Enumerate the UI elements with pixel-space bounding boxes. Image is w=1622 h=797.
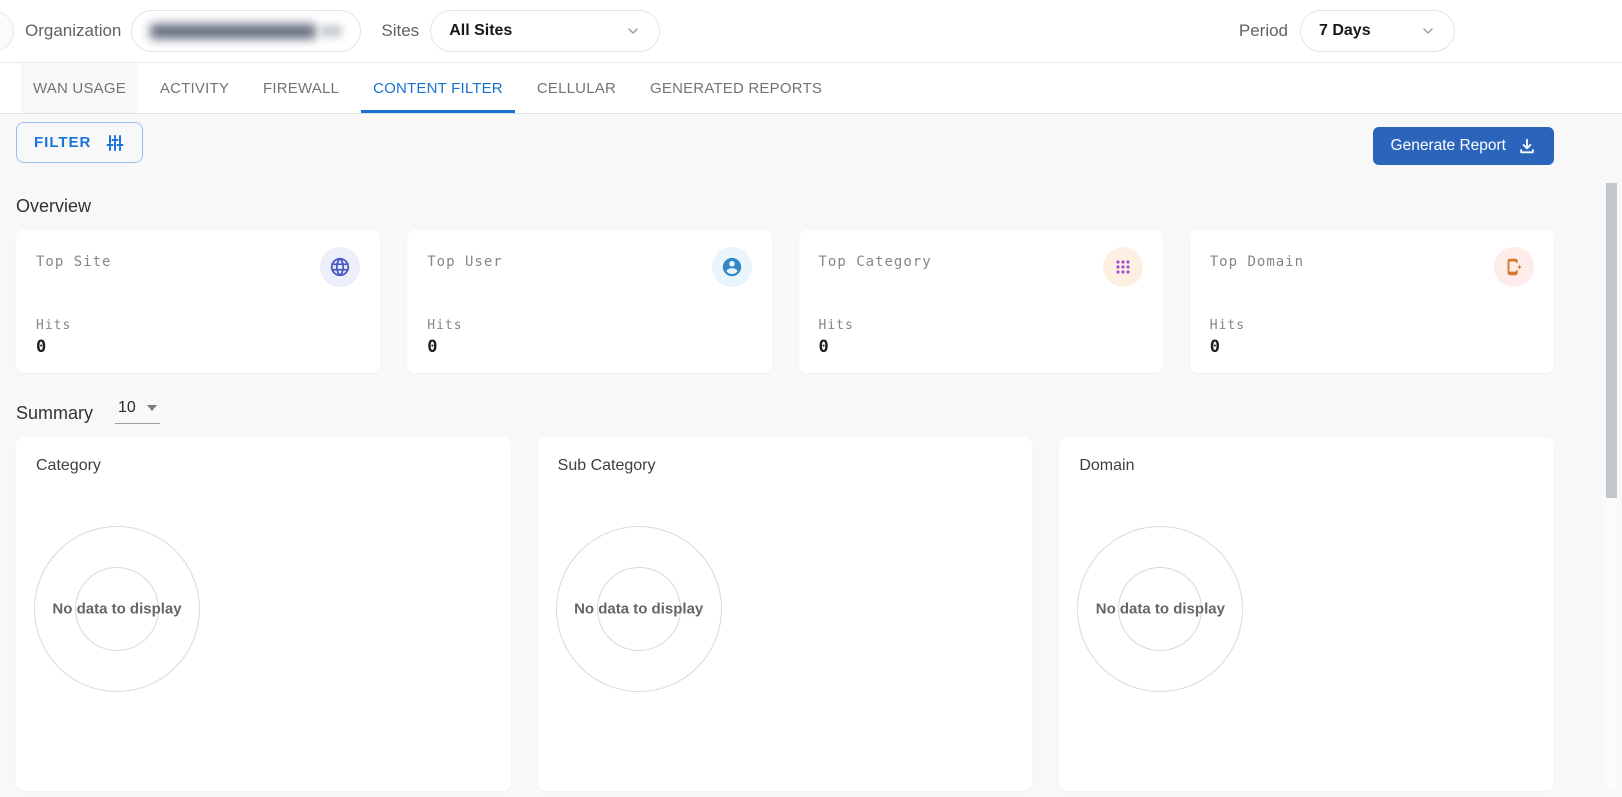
empty-donut-chart: No data to display	[1077, 526, 1243, 692]
tab-firewall[interactable]: FIREWALL	[251, 63, 351, 113]
vertical-scrollbar-track[interactable]	[1606, 183, 1617, 790]
vertical-scrollbar-thumb[interactable]	[1606, 183, 1617, 498]
content-area: FILTER Generate Report Overview Top Site	[0, 114, 1622, 797]
icon-circle	[1494, 247, 1534, 287]
metric-value: 0	[819, 337, 1143, 357]
tab-cellular[interactable]: CELLULAR	[525, 63, 628, 113]
period-select[interactable]: 7 Days	[1300, 10, 1455, 52]
top-bar: Organization Sites All Sites Period 7 Da…	[0, 0, 1622, 62]
filter-button[interactable]: FILTER	[16, 122, 143, 163]
icon-circle	[320, 247, 360, 287]
metric-label: Hits	[1210, 318, 1534, 333]
metric-value: 0	[1210, 337, 1534, 357]
filter-button-label: FILTER	[34, 134, 91, 151]
tab-wan-usage[interactable]: WAN USAGE	[21, 63, 138, 113]
card-title: Top Domain	[1210, 247, 1304, 270]
card-title: Top Category	[819, 247, 932, 270]
overview-section-title: Overview	[16, 196, 1554, 217]
metric-value: 0	[36, 337, 360, 357]
summary-charts: Category No data to display Sub Category…	[16, 437, 1554, 791]
sites-select[interactable]: All Sites	[430, 10, 660, 52]
metric-value: 0	[427, 337, 751, 357]
empty-donut-chart: No data to display	[34, 526, 200, 692]
user-circle-icon	[721, 256, 743, 278]
overview-cards: Top Site Hits 0 Top User Hits 0	[16, 230, 1554, 373]
sites-label: Sites	[381, 21, 419, 41]
toolbar-row: FILTER Generate Report	[16, 122, 1554, 180]
metric-label: Hits	[36, 318, 360, 333]
generate-report-button[interactable]: Generate Report	[1373, 127, 1554, 165]
download-icon	[1518, 137, 1536, 155]
domain-chart-card: Domain No data to display	[1059, 437, 1554, 791]
empty-donut-chart: No data to display	[556, 526, 722, 692]
grid-dots-icon	[1113, 257, 1133, 277]
dropdown-arrow-icon	[147, 405, 157, 411]
sub-category-chart-card: Sub Category No data to display	[538, 437, 1033, 791]
chevron-down-icon	[625, 23, 641, 39]
icon-circle	[712, 247, 752, 287]
organization-name-redacted	[150, 24, 315, 39]
organization-selector[interactable]	[131, 10, 361, 52]
tab-activity[interactable]: ACTIVITY	[148, 63, 241, 113]
category-chart-card: Category No data to display	[16, 437, 511, 791]
summary-count-select[interactable]: 10	[115, 400, 160, 424]
globe-icon	[329, 256, 351, 278]
no-data-message: No data to display	[52, 601, 181, 618]
overview-card-top-category: Top Category Hits 0	[799, 230, 1163, 373]
report-tabs: WAN USAGE ACTIVITY FIREWALL CONTENT FILT…	[0, 62, 1622, 114]
card-title: Top User	[427, 247, 502, 270]
metric-label: Hits	[819, 318, 1143, 333]
card-title: Top Site	[36, 247, 111, 270]
no-data-message: No data to display	[574, 601, 703, 618]
edge-avatar-circle[interactable]	[0, 10, 14, 52]
summary-header: Summary 10	[16, 400, 1554, 424]
tab-generated-reports[interactable]: GENERATED REPORTS	[638, 63, 834, 113]
device-domain-icon	[1503, 256, 1525, 278]
overview-card-top-domain: Top Domain Hits 0	[1190, 230, 1554, 373]
icon-circle	[1103, 247, 1143, 287]
tab-content-filter[interactable]: CONTENT FILTER	[361, 63, 515, 113]
summary-count-value: 10	[118, 400, 136, 416]
metric-label: Hits	[427, 318, 751, 333]
chart-title: Domain	[1079, 457, 1534, 475]
chart-title: Sub Category	[558, 457, 1013, 475]
overview-card-top-site: Top Site Hits 0	[16, 230, 380, 373]
organization-label: Organization	[25, 21, 121, 41]
period-label: Period	[1239, 21, 1288, 41]
summary-section-title: Summary	[16, 403, 93, 424]
overview-card-top-user: Top User Hits 0	[407, 230, 771, 373]
generate-report-label: Generate Report	[1391, 137, 1506, 155]
period-select-value: 7 Days	[1319, 22, 1371, 40]
no-data-message: No data to display	[1096, 601, 1225, 618]
tune-icon	[105, 133, 125, 153]
organization-name-redacted-tail	[321, 25, 343, 37]
chevron-down-icon	[1420, 23, 1436, 39]
chart-title: Category	[36, 457, 491, 475]
sites-select-value: All Sites	[449, 22, 512, 40]
